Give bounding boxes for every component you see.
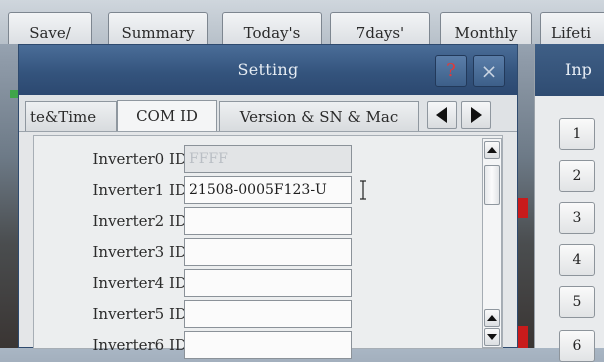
inverter-row: Inverter5 ID: [34,299,474,329]
scroll-up-icon [487,315,497,321]
tab-monthly[interactable]: Monthly [440,12,532,44]
triangle-right-icon [471,107,482,123]
inverter5-id-field[interactable] [184,300,352,328]
tab-prev-button[interactable] [427,101,457,129]
inverter5-label: Inverter5 ID: [92,305,193,323]
dialog-title-bar: Setting ? × [19,45,517,95]
close-icon: × [480,59,498,83]
number-button-6[interactable]: 6 [559,330,595,362]
number-button-3[interactable]: 3 [559,202,595,234]
status-led [10,90,18,98]
vertical-scrollbar[interactable] [482,138,502,348]
inverter1-label: Inverter1 ID: [92,181,193,199]
scroll-up-button[interactable] [484,141,500,159]
scroll-down-button[interactable] [484,328,500,346]
number-button-5[interactable]: 5 [559,286,595,318]
inverter3-label: Inverter3 ID: [92,243,193,261]
com-id-panel: Inverter0 ID: FFFF Inverter1 ID: 21508-0… [33,135,503,359]
inverter4-id-field[interactable] [184,269,352,297]
inverter-row: Inverter3 ID: [34,237,474,267]
background-red-marker [518,326,528,348]
inverter-row: Inverter2 ID: [34,206,474,236]
input-panel: Inp 1 2 3 4 5 6 [534,44,604,362]
inverter2-label: Inverter2 ID: [92,212,193,230]
inverter1-id-field[interactable]: 21508-0005F123-U [184,176,352,204]
screen: { "top_tabs": ["Save/", "Summary", "Toda… [0,0,604,362]
tab-save[interactable]: Save/ [8,12,92,44]
tab-summary[interactable]: Summary [108,12,208,44]
tab-date-time[interactable]: te&Time [25,101,117,131]
tab-todays[interactable]: Today's [222,12,322,44]
main-tab-bar: Save/ Summary Today's 7days' Monthly Lif… [0,0,604,44]
background-red-marker [518,198,528,218]
tab-7days[interactable]: 7days' [330,12,430,44]
tab-next-button[interactable] [461,101,491,129]
scrollbar-thumb[interactable] [484,165,500,205]
input-panel-title: Inp [535,44,604,96]
inverter0-id-field: FFFF [184,145,352,173]
triangle-left-icon [436,107,447,123]
number-button-4[interactable]: 4 [559,244,595,276]
i-beam-cursor-icon [360,180,366,200]
inverter-row: Inverter1 ID: 21508-0005F123-U [34,175,474,205]
scroll-up-icon [487,147,497,153]
help-button[interactable]: ? [435,55,467,87]
setting-dialog: Setting ? × te&Time COM ID Version & SN … [18,44,518,359]
inverter-row: Inverter4 ID: [34,268,474,298]
inverter3-id-field[interactable] [184,238,352,266]
help-icon: ? [446,60,456,81]
tab-version-sn-mac[interactable]: Version & SN & Mac [219,101,419,131]
inverter6-label: Inverter6 ID: [92,336,193,354]
settings-tab-strip: te&Time COM ID Version & SN & Mac [19,95,517,132]
number-button-2[interactable]: 2 [559,160,595,192]
tab-lifetime[interactable]: Lifeti [540,12,604,44]
inverter6-id-field[interactable] [184,331,352,359]
inverter4-label: Inverter4 ID: [92,274,193,292]
inverter-row: Inverter0 ID: FFFF [34,144,474,174]
inverter-row: Inverter6 ID: [34,330,474,360]
inverter0-label: Inverter0 ID: [92,150,193,168]
scroll-down-icon [487,334,497,340]
number-button-1[interactable]: 1 [559,118,595,150]
scroll-up-button[interactable] [484,309,500,327]
close-button[interactable]: × [473,55,505,87]
inverter2-id-field[interactable] [184,207,352,235]
tab-com-id[interactable]: COM ID [117,100,217,131]
